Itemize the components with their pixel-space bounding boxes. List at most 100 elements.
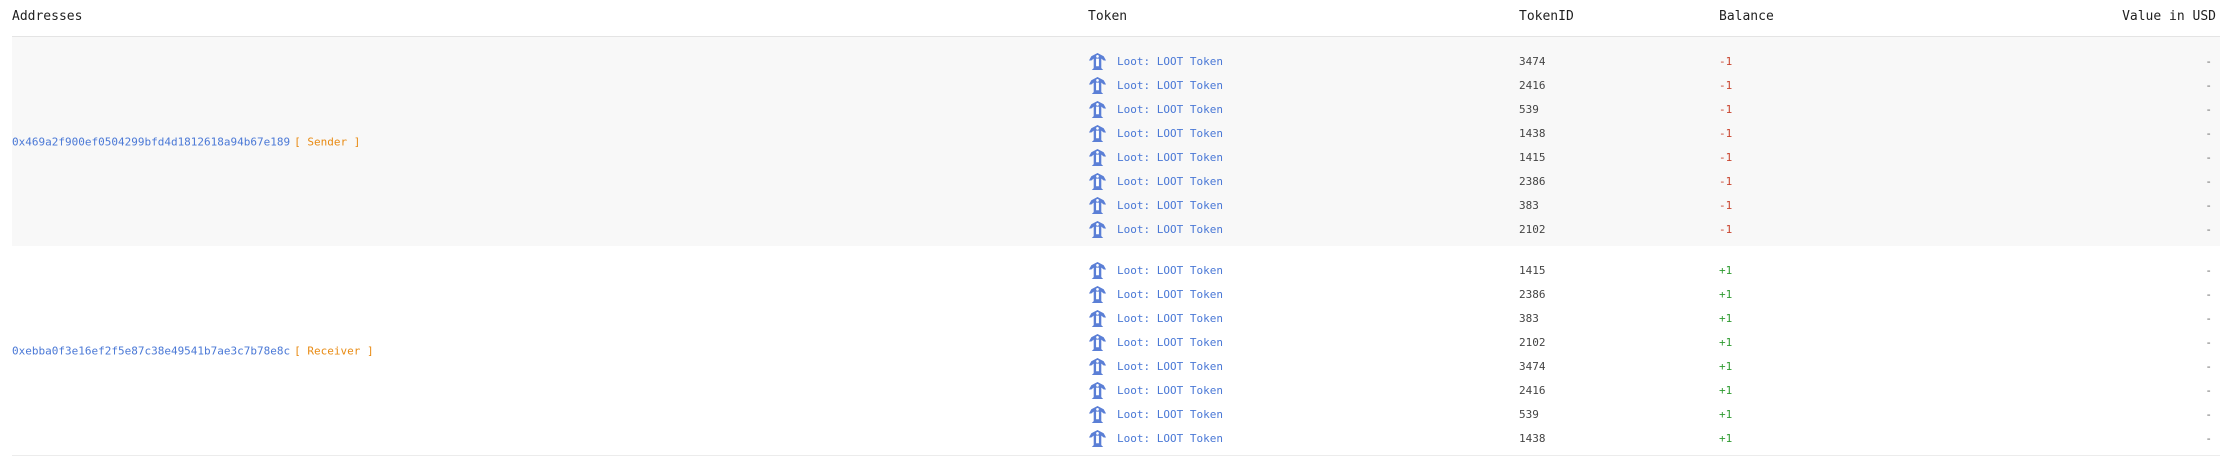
- table-body: 0x469a2f900ef0504299bfd4d1812618a94b67e1…: [12, 37, 2220, 456]
- balance-value: +1: [1719, 432, 1733, 445]
- token-link[interactable]: Loot: LOOT Token: [1117, 408, 1223, 421]
- token-id-value: 2416: [1519, 79, 1546, 92]
- token-link[interactable]: Loot: LOOT Token: [1117, 312, 1223, 325]
- value-usd: -: [2205, 199, 2212, 212]
- token-link[interactable]: Loot: LOOT Token: [1117, 223, 1223, 236]
- balance-changes-table: Addresses Token TokenID Balance Value in…: [12, 0, 2220, 456]
- token-link[interactable]: Loot: LOOT Token: [1117, 127, 1223, 140]
- token-link[interactable]: Loot: LOOT Token: [1117, 264, 1223, 277]
- table-row: Loot: LOOT Token 539 -1 -: [12, 97, 2220, 121]
- balance-value: +1: [1719, 312, 1733, 325]
- address-group: 0xebba0f3e16ef2f5e87c38e49541b7ae3c7b78e…: [12, 246, 2220, 456]
- value-usd: -: [2205, 360, 2212, 373]
- loot-token-icon: [1088, 285, 1107, 304]
- token-link[interactable]: Loot: LOOT Token: [1117, 175, 1223, 188]
- token-id-value: 2386: [1519, 175, 1546, 188]
- address-group: 0x469a2f900ef0504299bfd4d1812618a94b67e1…: [12, 37, 2220, 246]
- token-id-value: 1415: [1519, 264, 1546, 277]
- token-cell: Loot: LOOT Token: [1088, 404, 1223, 424]
- balance-value: +1: [1719, 360, 1733, 373]
- token-cell: Loot: LOOT Token: [1088, 195, 1223, 215]
- table-row: Loot: LOOT Token 1415 +1 -: [12, 258, 2220, 282]
- header-token: Token: [1088, 9, 1128, 24]
- token-cell: Loot: LOOT Token: [1088, 428, 1223, 448]
- balance-value: +1: [1719, 384, 1733, 397]
- loot-token-icon: [1088, 172, 1107, 191]
- balance-value: -1: [1719, 223, 1733, 236]
- balance-value: -1: [1719, 127, 1733, 140]
- token-rows: Loot: LOOT Token 1415 +1 - Loot: LOOT Token 2…: [12, 258, 2220, 450]
- table-row: Loot: LOOT Token 1438 +1 -: [12, 426, 2220, 450]
- loot-token-icon: [1088, 76, 1107, 95]
- token-id-value: 1415: [1519, 151, 1546, 164]
- balance-value: +1: [1719, 288, 1733, 301]
- table-row: Loot: LOOT Token 539 +1 -: [12, 402, 2220, 426]
- token-id-value: 2102: [1519, 223, 1546, 236]
- token-cell: Loot: LOOT Token: [1088, 147, 1223, 167]
- balance-value: -1: [1719, 151, 1733, 164]
- token-id-value: 2416: [1519, 384, 1546, 397]
- table-row: Loot: LOOT Token 1415 -1 -: [12, 145, 2220, 169]
- token-cell: Loot: LOOT Token: [1088, 219, 1223, 239]
- token-link[interactable]: Loot: LOOT Token: [1117, 55, 1223, 68]
- table-row: Loot: LOOT Token 3474 -1 -: [12, 49, 2220, 73]
- loot-token-icon: [1088, 148, 1107, 167]
- token-link[interactable]: Loot: LOOT Token: [1117, 432, 1223, 445]
- balance-value: -1: [1719, 103, 1733, 116]
- token-cell: Loot: LOOT Token: [1088, 284, 1223, 304]
- token-id-value: 539: [1519, 408, 1539, 421]
- token-cell: Loot: LOOT Token: [1088, 260, 1223, 280]
- table-row: Loot: LOOT Token 383 +1 -: [12, 306, 2220, 330]
- value-usd: -: [2205, 151, 2212, 164]
- token-link[interactable]: Loot: LOOT Token: [1117, 79, 1223, 92]
- loot-token-icon: [1088, 100, 1107, 119]
- token-cell: Loot: LOOT Token: [1088, 99, 1223, 119]
- value-usd: -: [2205, 408, 2212, 421]
- token-link[interactable]: Loot: LOOT Token: [1117, 151, 1223, 164]
- table-row: Loot: LOOT Token 1438 -1 -: [12, 121, 2220, 145]
- token-id-value: 383: [1519, 199, 1539, 212]
- table-header: Addresses Token TokenID Balance Value in…: [12, 0, 2220, 37]
- token-cell: Loot: LOOT Token: [1088, 332, 1223, 352]
- loot-token-icon: [1088, 405, 1107, 424]
- token-cell: Loot: LOOT Token: [1088, 356, 1223, 376]
- token-id-value: 1438: [1519, 127, 1546, 140]
- token-cell: Loot: LOOT Token: [1088, 75, 1223, 95]
- token-id-value: 3474: [1519, 360, 1546, 373]
- header-balance: Balance: [1719, 9, 1774, 24]
- token-rows: Loot: LOOT Token 3474 -1 - Loot: LOOT Token 2…: [12, 49, 2220, 241]
- token-link[interactable]: Loot: LOOT Token: [1117, 288, 1223, 301]
- value-usd: -: [2205, 55, 2212, 68]
- token-cell: Loot: LOOT Token: [1088, 51, 1223, 71]
- value-usd: -: [2205, 103, 2212, 116]
- loot-token-icon: [1088, 333, 1107, 352]
- loot-token-icon: [1088, 124, 1107, 143]
- header-value-usd: Value in USD: [2122, 9, 2216, 24]
- value-usd: -: [2205, 175, 2212, 188]
- value-usd: -: [2205, 384, 2212, 397]
- table-row: Loot: LOOT Token 2102 +1 -: [12, 330, 2220, 354]
- value-usd: -: [2205, 264, 2212, 277]
- token-link[interactable]: Loot: LOOT Token: [1117, 103, 1223, 116]
- table-row: Loot: LOOT Token 383 -1 -: [12, 193, 2220, 217]
- token-cell: Loot: LOOT Token: [1088, 308, 1223, 328]
- loot-token-icon: [1088, 309, 1107, 328]
- value-usd: -: [2205, 432, 2212, 445]
- table-row: Loot: LOOT Token 2102 -1 -: [12, 217, 2220, 241]
- loot-token-icon: [1088, 357, 1107, 376]
- balance-value: -1: [1719, 55, 1733, 68]
- token-id-value: 2102: [1519, 336, 1546, 349]
- token-link[interactable]: Loot: LOOT Token: [1117, 360, 1223, 373]
- token-link[interactable]: Loot: LOOT Token: [1117, 384, 1223, 397]
- table-row: Loot: LOOT Token 2386 -1 -: [12, 169, 2220, 193]
- loot-token-icon: [1088, 261, 1107, 280]
- loot-token-icon: [1088, 52, 1107, 71]
- token-link[interactable]: Loot: LOOT Token: [1117, 199, 1223, 212]
- balance-value: +1: [1719, 264, 1733, 277]
- token-id-value: 539: [1519, 103, 1539, 116]
- loot-token-icon: [1088, 429, 1107, 448]
- token-link[interactable]: Loot: LOOT Token: [1117, 336, 1223, 349]
- value-usd: -: [2205, 223, 2212, 236]
- table-row: Loot: LOOT Token 3474 +1 -: [12, 354, 2220, 378]
- value-usd: -: [2205, 79, 2212, 92]
